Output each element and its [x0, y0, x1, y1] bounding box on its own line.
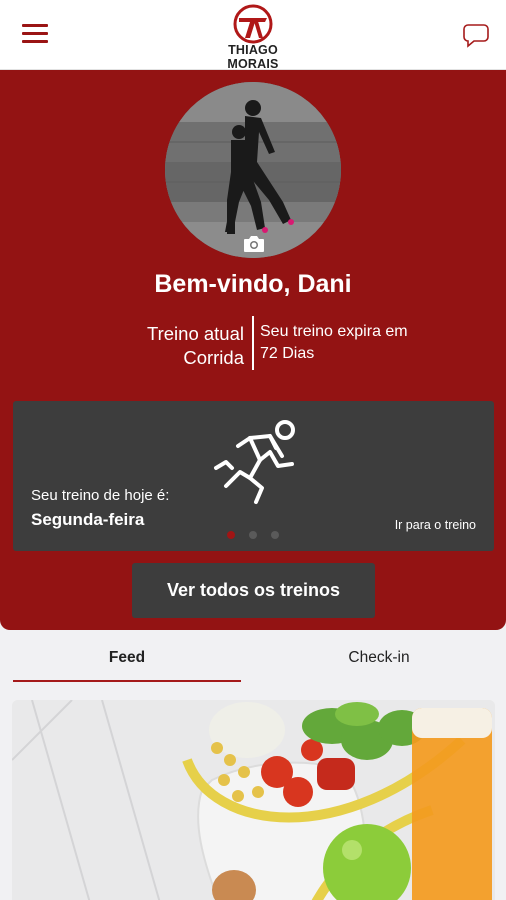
- divider: [252, 316, 254, 370]
- view-all-workouts-button[interactable]: Ver todos os treinos: [132, 563, 375, 618]
- logo-text: THIAGO MORAIS: [227, 43, 279, 71]
- expiry-label: Seu treino expira em: [260, 323, 408, 340]
- profile-hero: Bem-vindo, Dani Treino atual Corrida Seu…: [0, 70, 506, 630]
- carousel-dot-active[interactable]: [227, 531, 235, 539]
- top-app-bar: THIAGO MORAIS BEM · PERSONAL TRAINER · B…: [0, 0, 506, 76]
- tab-feed[interactable]: Feed: [13, 630, 241, 684]
- tab-check-in[interactable]: Check-in: [265, 630, 493, 684]
- logo-mark-icon: [233, 4, 273, 44]
- avatar[interactable]: [165, 82, 341, 258]
- workout-expiry: Seu treino expira em 72 Dias: [260, 321, 450, 365]
- carousel-dot[interactable]: [249, 531, 257, 539]
- hamburger-menu-icon[interactable]: [22, 24, 48, 46]
- active-tab-indicator: [13, 680, 241, 682]
- brand-logo: THIAGO MORAIS BEM · PERSONAL TRAINER · B…: [203, 4, 303, 76]
- today-workout-card[interactable]: Seu treino de hoje é: Segunda-feira Ir p…: [13, 401, 494, 551]
- feed-post-image[interactable]: [12, 700, 495, 900]
- carousel-dot[interactable]: [271, 531, 279, 539]
- runner-icon: [212, 416, 302, 508]
- today-label: Seu treino de hoje é:: [31, 487, 170, 504]
- expiry-value: 72 Dias: [260, 345, 315, 362]
- chat-bubble-icon[interactable]: [462, 21, 490, 49]
- welcome-title: Bem-vindo, Dani: [154, 270, 352, 298]
- current-workout-label: Treino atual: [146, 323, 244, 344]
- carousel-dots: [227, 526, 293, 544]
- today-day: Segunda-feira: [31, 510, 145, 529]
- go-to-workout-link[interactable]: Ir para o treino: [395, 518, 476, 532]
- current-workout-value: Corrida: [183, 347, 244, 368]
- camera-icon[interactable]: [242, 234, 266, 254]
- current-workout: Treino atual Corrida: [147, 322, 244, 370]
